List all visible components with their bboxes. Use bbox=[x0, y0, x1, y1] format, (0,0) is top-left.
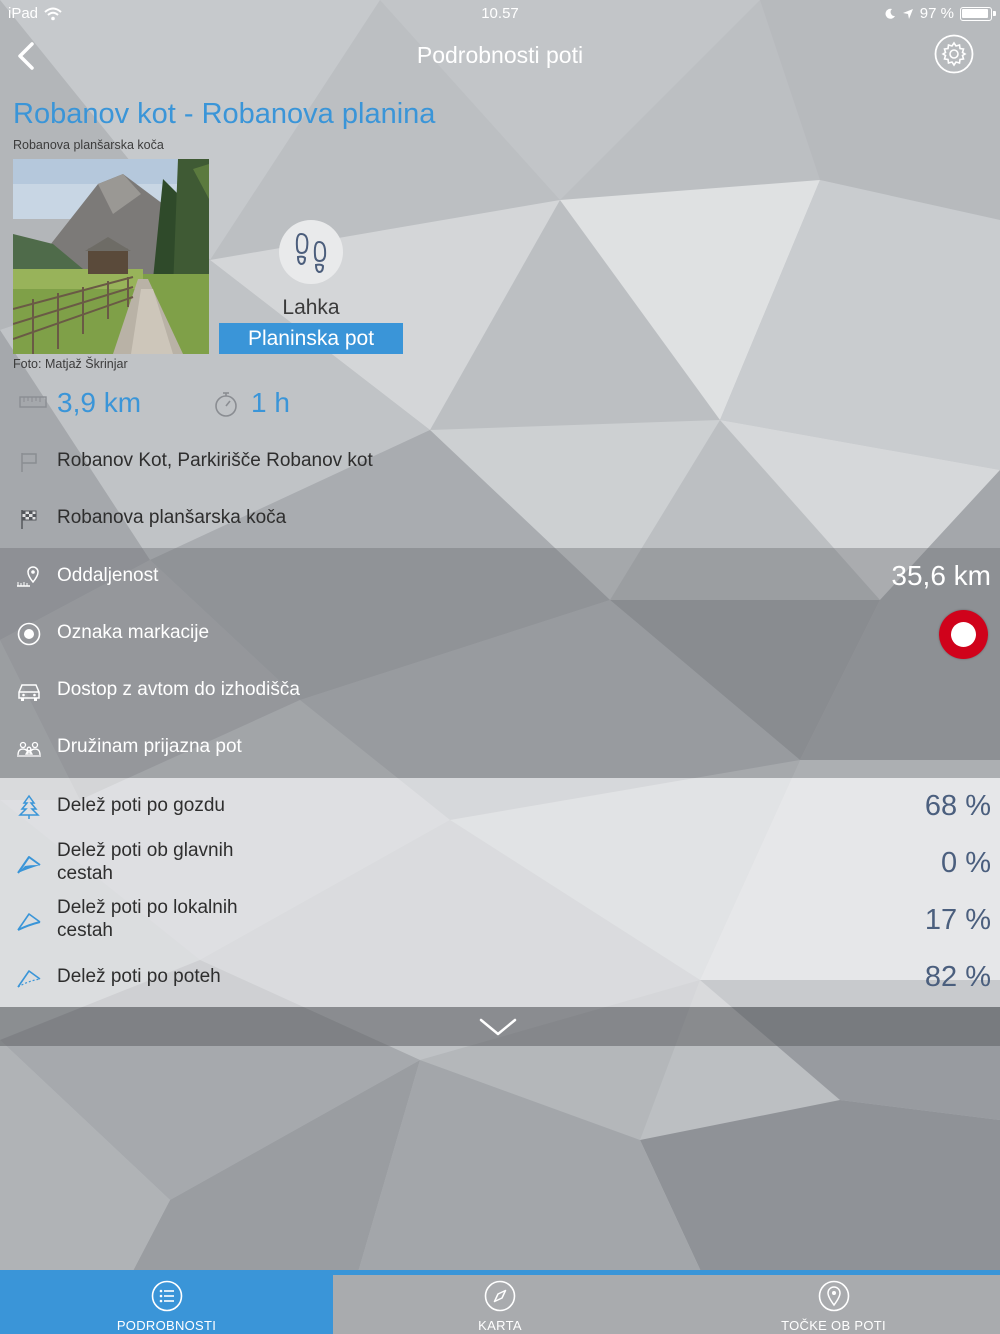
map-pin-icon bbox=[818, 1280, 849, 1312]
battery-icon bbox=[960, 6, 996, 21]
trail-info-section: Oddaljenost 35,6 km Oznaka markacije Dos… bbox=[0, 548, 1000, 778]
path-icon bbox=[17, 970, 41, 988]
forest-share-value: 68 % bbox=[924, 790, 991, 822]
battery-percent: 97 % bbox=[919, 5, 954, 22]
compass-icon bbox=[484, 1280, 516, 1312]
family-friendly-label: Družinam prijazna pot bbox=[57, 736, 242, 757]
paths-share-row: Delež poti po poteh 82 % bbox=[0, 949, 1000, 1006]
marking-label: Oznaka markacije bbox=[57, 622, 210, 643]
paths-share-label: Delež poti po poteh bbox=[57, 966, 221, 987]
main-road-icon bbox=[17, 856, 41, 874]
distance-value: 35,6 km bbox=[891, 560, 991, 591]
photo-credit: Foto: Matjaž Škrinjar bbox=[13, 357, 128, 371]
stopwatch-icon bbox=[215, 392, 237, 417]
trail-photo-image bbox=[13, 159, 209, 354]
trail-type-badge: Planinska pot bbox=[219, 323, 403, 354]
expand-button[interactable] bbox=[478, 1015, 518, 1039]
trail-surface-section: Delež poti po gozdu 68 % Delež poti ob g… bbox=[0, 778, 1000, 1007]
status-time: 10.57 bbox=[481, 5, 519, 22]
list-icon bbox=[151, 1280, 182, 1312]
marking-row: Oznaka markacije bbox=[0, 605, 1000, 662]
difficulty-label: Lahka bbox=[282, 296, 340, 319]
end-location: Robanova planšarska koča bbox=[57, 507, 287, 528]
end-location-row: Robanova planšarska koča bbox=[0, 498, 1000, 538]
start-location-row: Robanov Kot, Parkirišče Robanov kot bbox=[0, 441, 1000, 481]
start-location: Robanov Kot, Parkirišče Robanov kot bbox=[57, 450, 373, 471]
location-arrow-icon bbox=[902, 8, 913, 19]
gear-icon bbox=[934, 34, 974, 74]
car-icon bbox=[18, 684, 40, 701]
trail-marking-symbol bbox=[939, 610, 988, 659]
forest-share-row: Delež poti po gozdu 68 % bbox=[0, 778, 1000, 835]
distance-label: Oddaljenost bbox=[57, 565, 159, 586]
distance-row: Oddaljenost 35,6 km bbox=[0, 548, 1000, 605]
trail-title: Robanov kot - Robanova planina bbox=[13, 98, 436, 130]
chevron-down-icon bbox=[479, 1018, 517, 1036]
navigation-bar: Podrobnosti poti bbox=[0, 28, 1000, 84]
expand-bar bbox=[0, 1007, 1000, 1046]
tab-label: PODROBNOSTI bbox=[116, 1318, 217, 1333]
family-friendly-row: Družinam prijazna pot bbox=[0, 719, 1000, 776]
moon-icon bbox=[885, 8, 895, 19]
tab-label: KARTA bbox=[478, 1318, 522, 1333]
distance-pin-icon bbox=[17, 566, 39, 587]
tab-podrobnosti[interactable]: PODROBNOSTI bbox=[0, 1270, 333, 1334]
local-road-icon bbox=[17, 913, 41, 931]
forest-share-label: Delež poti po gozdu bbox=[57, 795, 225, 816]
flag-icon bbox=[21, 453, 37, 472]
trail-destination: Robanova planšarska koča bbox=[13, 138, 164, 152]
tree-icon bbox=[18, 794, 40, 819]
local-roads-share-row: Delež poti po lokalnih cestah 17 % bbox=[0, 892, 1000, 949]
tab-karta[interactable]: KARTA bbox=[333, 1270, 667, 1334]
trail-duration: 1 h bbox=[251, 387, 290, 418]
car-access-label: Dostop z avtom do izhodišča bbox=[57, 679, 300, 700]
difficulty-badge bbox=[279, 220, 343, 284]
local-roads-share-label: Delež poti po lokalnih cestah bbox=[57, 897, 238, 941]
tab-label: TOČKE OB POTI bbox=[781, 1318, 886, 1333]
ruler-icon bbox=[19, 396, 47, 408]
family-icon bbox=[17, 741, 41, 757]
checkered-flag-icon bbox=[21, 510, 37, 529]
status-bar: iPad 10.57 97 % bbox=[0, 0, 1000, 28]
trail-length: 3,9 km bbox=[57, 387, 142, 418]
page-title: Podrobnosti poti bbox=[416, 42, 584, 68]
settings-button[interactable] bbox=[934, 34, 974, 74]
car-access-row: Dostop z avtom do izhodišča bbox=[0, 662, 1000, 719]
tab-tocke-ob-poti[interactable]: TOČKE OB POTI bbox=[667, 1270, 1000, 1334]
marking-target-icon bbox=[17, 622, 41, 646]
footprints-icon bbox=[295, 232, 327, 274]
tab-bar: PODROBNOSTI KARTA TOČKE OB POTI bbox=[0, 1270, 1000, 1334]
trail-photo[interactable] bbox=[13, 159, 209, 354]
main-roads-share-row: Delež poti ob glavnih cestah 0 % bbox=[0, 835, 1000, 892]
main-roads-share-label: Delež poti ob glavnih cestah bbox=[57, 840, 234, 884]
paths-share-value: 82 % bbox=[924, 961, 991, 993]
main-roads-share-value: 0 % bbox=[941, 847, 991, 879]
local-roads-share-value: 17 % bbox=[924, 904, 991, 936]
